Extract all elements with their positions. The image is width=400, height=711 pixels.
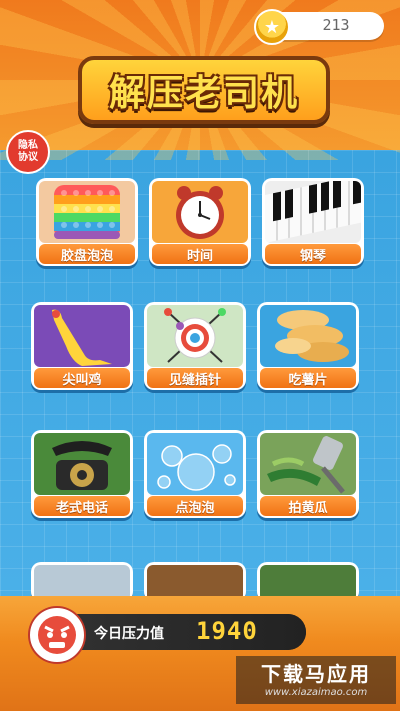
game-label: 点泡泡 <box>147 496 243 516</box>
game-card-cucumber[interactable]: 拍黄瓜 <box>257 430 359 518</box>
watermark-title: 下载马应用 <box>261 662 371 686</box>
privacy-button[interactable]: 隐私 协议 <box>6 130 50 174</box>
pressure-value: 1940 <box>196 617 258 645</box>
coin-value: 213 <box>322 16 350 34</box>
watermark-url: www.xiazaimao.com <box>264 687 368 698</box>
game-label: 吃薯片 <box>260 368 356 388</box>
game-card-phone[interactable]: 老式电话 <box>31 430 133 518</box>
privacy-label-line2: 协议 <box>18 152 38 163</box>
game-card-pin[interactable]: 见缝插针 <box>144 302 246 390</box>
potato-chips-icon <box>260 305 356 367</box>
coin-icon: ★ <box>254 9 290 45</box>
game-card-piano[interactable]: 钢琴 <box>262 178 364 266</box>
game-label: 拍黄瓜 <box>260 496 356 516</box>
rubber-chicken-icon <box>34 305 130 367</box>
game-label: 尖叫鸡 <box>34 368 130 388</box>
game-card-chips[interactable]: 吃薯片 <box>257 302 359 390</box>
game-label: 钢琴 <box>265 244 361 264</box>
rotary-phone-icon <box>34 433 130 495</box>
pressure-label: 今日压力值 <box>94 626 164 642</box>
logo-text: 解压老司机 <box>108 73 299 114</box>
angry-face-icon <box>30 608 84 662</box>
game-card-pop-it[interactable]: 胶盘泡泡 <box>36 178 138 266</box>
game-label: 老式电话 <box>34 496 130 516</box>
coin-counter: ★ 213 <box>254 9 384 45</box>
privacy-label-line1: 隐私 <box>18 140 38 151</box>
game-card-chicken[interactable]: 尖叫鸡 <box>31 302 133 390</box>
game-card-bubbles[interactable]: 点泡泡 <box>144 430 246 518</box>
watermark: 下载马应用 www.xiazaimao.com <box>236 656 396 704</box>
game-label: 胶盘泡泡 <box>39 244 135 264</box>
bubbles-icon <box>147 433 243 495</box>
pop-it-icon <box>39 181 135 243</box>
game-label: 见缝插针 <box>147 368 243 388</box>
piano-icon <box>265 181 361 243</box>
game-card-clock[interactable]: 时间 <box>149 178 251 266</box>
app-logo: 解压老司机 <box>78 56 330 124</box>
cucumber-icon <box>260 433 356 495</box>
alarm-clock-icon <box>152 181 248 243</box>
game-label: 时间 <box>152 244 248 264</box>
pin-target-icon <box>147 305 243 367</box>
